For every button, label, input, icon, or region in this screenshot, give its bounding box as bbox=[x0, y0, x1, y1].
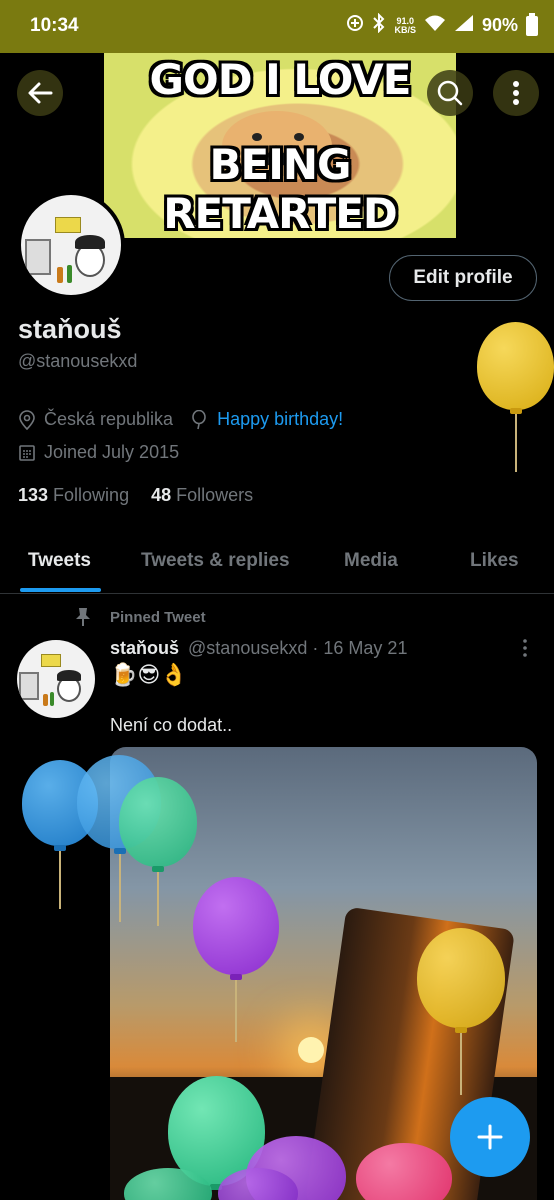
joined-date: Joined July 2015 bbox=[44, 442, 180, 462]
profile-handle: @stanousekxd bbox=[18, 351, 138, 371]
tab-tweets-replies[interactable]: Tweets & replies bbox=[141, 550, 290, 572]
data-saver-icon bbox=[346, 14, 364, 37]
meme-top-text: GOD I LOVE bbox=[149, 55, 412, 104]
active-tab-indicator bbox=[20, 588, 101, 592]
tweet-date[interactable]: 16 May 21 bbox=[323, 638, 407, 658]
profile-meta-row: Česká republika Happy birthday! bbox=[18, 409, 343, 430]
tweet-text: Není co dodat.. bbox=[110, 715, 233, 735]
balloon-icon bbox=[191, 409, 211, 430]
tab-likes[interactable]: Likes bbox=[470, 550, 519, 572]
more-options-button[interactable] bbox=[493, 70, 539, 116]
more-vertical-icon bbox=[513, 81, 519, 105]
search-icon bbox=[437, 80, 463, 106]
tweet-author-avatar[interactable] bbox=[17, 640, 95, 718]
profile-avatar[interactable] bbox=[17, 191, 125, 299]
pinned-tweet-label: Pinned Tweet bbox=[74, 607, 206, 627]
follow-stats: 133 Following 48 Followers bbox=[18, 485, 253, 506]
profile-joined-row: Joined July 2015 bbox=[18, 442, 179, 463]
tweet-author-name[interactable]: staňouš bbox=[110, 638, 179, 658]
display-name: staňouš bbox=[18, 314, 122, 344]
balloon-purple bbox=[193, 877, 279, 975]
meme-bottom-text: BEING RETARTED bbox=[163, 140, 398, 238]
back-button[interactable] bbox=[17, 70, 63, 116]
wifi-icon bbox=[424, 14, 446, 37]
tweet-author-handle[interactable]: @stanousekxd bbox=[188, 638, 307, 658]
balloon-yellow-2 bbox=[417, 928, 505, 1028]
profile-tabs: Tweets Tweets & replies Media Likes bbox=[0, 530, 554, 594]
search-button[interactable] bbox=[427, 70, 473, 116]
pin-icon bbox=[74, 607, 94, 627]
tweet-more-button[interactable] bbox=[515, 638, 535, 658]
balloon-yellow bbox=[477, 322, 554, 410]
battery-icon bbox=[526, 12, 538, 36]
status-bar: 10:34 91.0 KB/S 90% bbox=[0, 0, 554, 53]
plus-icon bbox=[477, 1124, 503, 1150]
edit-profile-button[interactable]: Edit profile bbox=[389, 255, 537, 301]
tab-tweets[interactable]: Tweets bbox=[28, 550, 91, 572]
status-time: 10:34 bbox=[30, 15, 79, 36]
tweet-separator: · bbox=[312, 638, 319, 658]
arrow-left-icon bbox=[28, 82, 53, 104]
location-pin-icon bbox=[18, 409, 38, 430]
sun bbox=[298, 1037, 324, 1063]
calendar-icon bbox=[18, 444, 38, 462]
status-icons: 91.0 KB/S 90% bbox=[346, 12, 538, 38]
birthday-link[interactable]: Happy birthday! bbox=[217, 409, 343, 430]
balloon-green bbox=[119, 777, 197, 867]
tweet-header: staňouš @stanousekxd · 16 May 21 bbox=[110, 638, 407, 659]
tweet-emojis: 🍺😎👌 bbox=[110, 662, 188, 687]
compose-tweet-button[interactable] bbox=[450, 1097, 530, 1177]
signal-icon bbox=[454, 14, 474, 37]
banner-meme-image: GOD I LOVE BEING RETARTED bbox=[104, 53, 456, 238]
tab-media[interactable]: Media bbox=[344, 550, 398, 572]
bluetooth-icon bbox=[372, 12, 386, 38]
battery-percent: 90% bbox=[481, 15, 518, 35]
network-speed: 91.0 KB/S bbox=[394, 15, 416, 35]
following-link[interactable]: 133 Following bbox=[18, 485, 129, 506]
profile-location: Česká republika bbox=[44, 409, 174, 429]
followers-link[interactable]: 48 Followers bbox=[151, 485, 253, 506]
more-vertical-icon bbox=[523, 639, 527, 657]
